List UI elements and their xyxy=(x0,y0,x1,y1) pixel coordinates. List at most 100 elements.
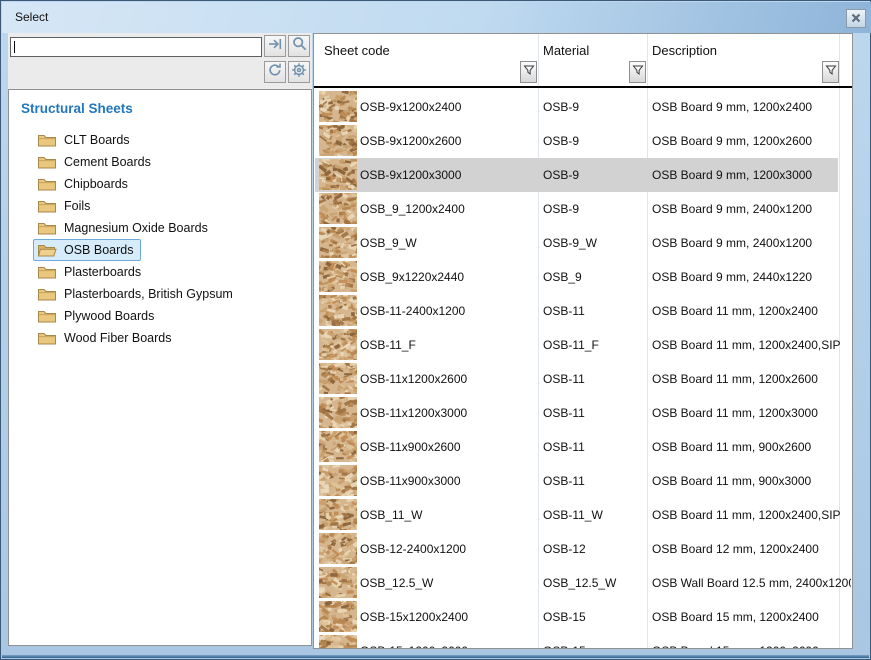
go-arrow-icon xyxy=(267,36,283,57)
table-row[interactable]: OSB_9_W OSB-9_W OSB Board 9 mm, 2400x120… xyxy=(315,226,851,260)
osb-thumbnail xyxy=(319,465,357,496)
cell-sheet-code: OSB_9x1220x2440 xyxy=(360,270,464,284)
osb-thumbnail xyxy=(319,431,357,462)
cell-description: OSB Board 11 mm, 1200x2400,SIP xyxy=(652,508,841,522)
close-button[interactable] xyxy=(846,9,866,28)
osb-thumbnail xyxy=(319,91,357,122)
table-row[interactable]: OSB_12.5_W OSB_12.5_W OSB Wall Board 12.… xyxy=(315,566,851,600)
column-header-description: Description xyxy=(652,43,717,58)
cell-material: OSB-11 xyxy=(543,372,585,386)
table-row[interactable]: OSB_9_1200x2400 OSB-9 OSB Board 9 mm, 24… xyxy=(315,192,851,226)
tree-root-label[interactable]: Structural Sheets xyxy=(21,101,133,116)
table-row[interactable]: OSB-11x1200x3000 OSB-11 OSB Board 11 mm,… xyxy=(315,396,851,430)
table-row[interactable]: OSB-15x1200x2600 OSB-15 OSB Board 15 mm,… xyxy=(315,634,851,648)
search-button[interactable] xyxy=(288,35,310,57)
osb-thumbnail xyxy=(319,635,357,648)
gear-icon xyxy=(291,62,307,83)
cell-sheet-code: OSB_9_1200x2400 xyxy=(360,202,465,216)
cell-material: OSB-11 xyxy=(543,474,585,488)
cell-description: OSB Board 11 mm, 900x2600 xyxy=(652,440,811,454)
osb-thumbnail xyxy=(319,601,357,632)
cell-material: OSB-15 xyxy=(543,610,586,624)
cell-material: OSB-11 xyxy=(543,440,585,454)
table-row[interactable]: OSB-11x900x3000 OSB-11 OSB Board 11 mm, … xyxy=(315,464,851,498)
osb-thumbnail xyxy=(319,227,357,258)
tree-item-chipboards[interactable]: Chipboards xyxy=(9,173,311,195)
folder-icon xyxy=(37,154,57,170)
tree-item-osb-boards[interactable]: OSB Boards xyxy=(9,239,311,261)
table-row[interactable]: OSB-11_F OSB-11_F OSB Board 11 mm, 1200x… xyxy=(315,328,851,362)
osb-thumbnail xyxy=(319,329,357,360)
close-icon xyxy=(851,10,861,28)
refresh-button[interactable] xyxy=(264,61,286,83)
cell-description: OSB Board 9 mm, 1200x2600 xyxy=(652,134,812,148)
cell-material: OSB-11_F xyxy=(543,338,599,352)
table-row[interactable]: OSB-11x1200x2600 OSB-11 OSB Board 11 mm,… xyxy=(315,362,851,396)
folder-icon xyxy=(37,264,57,280)
table-row[interactable]: OSB-15x1200x2400 OSB-15 OSB Board 15 mm,… xyxy=(315,600,851,634)
cell-material: OSB_12.5_W xyxy=(543,576,616,590)
tree-item-clt-boards[interactable]: CLT Boards xyxy=(9,129,311,151)
filter-button-description[interactable] xyxy=(822,61,839,83)
category-tree: Structural Sheets CLT Boards Cement Boar… xyxy=(8,89,312,646)
tree-item-label: Foils xyxy=(64,199,90,213)
cell-sheet-code: OSB-11x900x3000 xyxy=(360,474,461,488)
cell-description: OSB Board 12 mm, 1200x2400 xyxy=(652,542,819,556)
folder-icon xyxy=(37,330,57,346)
window-bottom-edge xyxy=(2,655,869,658)
tree-item-magnesium-oxide-boards[interactable]: Magnesium Oxide Boards xyxy=(9,217,311,239)
filter-button-sheet-code[interactable] xyxy=(520,61,537,83)
cell-sheet-code: OSB-9x1200x3000 xyxy=(360,168,461,182)
settings-button[interactable] xyxy=(288,61,310,83)
table-row[interactable]: OSB-12-2400x1200 OSB-12 OSB Board 12 mm,… xyxy=(315,532,851,566)
tree-item-label: Plasterboards xyxy=(64,265,141,279)
cell-material: OSB-11_W xyxy=(543,508,603,522)
osb-thumbnail xyxy=(319,567,357,598)
tree-item-plasterboards[interactable]: Plasterboards xyxy=(9,261,311,283)
tree-item-plywood-boards[interactable]: Plywood Boards xyxy=(9,305,311,327)
osb-thumbnail xyxy=(319,499,357,530)
cell-sheet-code: OSB-11x1200x2600 xyxy=(360,372,467,386)
tree-items: CLT Boards Cement Boards Chipboards Foil… xyxy=(9,129,311,349)
tree-item-wood-fiber-boards[interactable]: Wood Fiber Boards xyxy=(9,327,311,349)
table-row[interactable]: OSB_11_W OSB-11_W OSB Board 11 mm, 1200x… xyxy=(315,498,851,532)
tree-item-plasterboards-british-gypsum[interactable]: Plasterboards, British Gypsum xyxy=(9,283,311,305)
cell-material: OSB-9_W xyxy=(543,236,597,250)
search-icon xyxy=(292,36,307,56)
table-row[interactable]: OSB-11x900x2600 OSB-11 OSB Board 11 mm, … xyxy=(315,430,851,464)
tree-item-cement-boards[interactable]: Cement Boards xyxy=(9,151,311,173)
cell-description: OSB Board 9 mm, 1200x2400 xyxy=(652,100,812,114)
table-row[interactable]: OSB-9x1200x2400 OSB-9 OSB Board 9 mm, 12… xyxy=(315,90,851,124)
table-row[interactable]: OSB-11-2400x1200 OSB-11 OSB Board 11 mm,… xyxy=(315,294,851,328)
cell-description: OSB Board 9 mm, 1200x3000 xyxy=(652,168,812,182)
cell-description: OSB Board 9 mm, 2440x1220 xyxy=(652,270,812,284)
cell-description: OSB Board 9 mm, 2400x1200 xyxy=(652,202,812,216)
sheet-table: Sheet code Material Description OSB-9x1 xyxy=(313,33,853,649)
cell-material: OSB-9 xyxy=(543,168,579,182)
osb-thumbnail xyxy=(319,533,357,564)
folder-icon xyxy=(37,308,57,324)
filter-button-material[interactable] xyxy=(629,61,646,83)
window-title: Select xyxy=(15,2,48,33)
osb-thumbnail xyxy=(319,261,357,292)
tree-item-foils[interactable]: Foils xyxy=(9,195,311,217)
cell-sheet-code: OSB-15x1200x2600 xyxy=(360,644,468,648)
cell-sheet-code: OSB-11_F xyxy=(360,338,416,352)
cell-sheet-code: OSB-12-2400x1200 xyxy=(360,542,466,556)
table-row[interactable]: OSB-9x1200x3000 OSB-9 OSB Board 9 mm, 12… xyxy=(315,158,851,192)
tree-item-label: Magnesium Oxide Boards xyxy=(64,221,208,235)
search-input[interactable] xyxy=(10,37,262,57)
osb-thumbnail xyxy=(319,363,357,394)
tree-item-label: Plasterboards, British Gypsum xyxy=(64,287,233,301)
table-row[interactable]: OSB_9x1220x2440 OSB_9 OSB Board 9 mm, 24… xyxy=(315,260,851,294)
tree-item-label: Plywood Boards xyxy=(64,309,154,323)
cell-material: OSB-9 xyxy=(543,134,579,148)
go-button[interactable] xyxy=(264,35,286,57)
cell-description: OSB Board 11 mm, 1200x2600 xyxy=(652,372,818,386)
folder-icon xyxy=(37,198,57,214)
filter-icon xyxy=(523,63,535,81)
filter-icon xyxy=(825,63,837,81)
cell-material: OSB-12 xyxy=(543,542,586,556)
table-row[interactable]: OSB-9x1200x2600 OSB-9 OSB Board 9 mm, 12… xyxy=(315,124,851,158)
cell-material: OSB-15 xyxy=(543,644,586,648)
